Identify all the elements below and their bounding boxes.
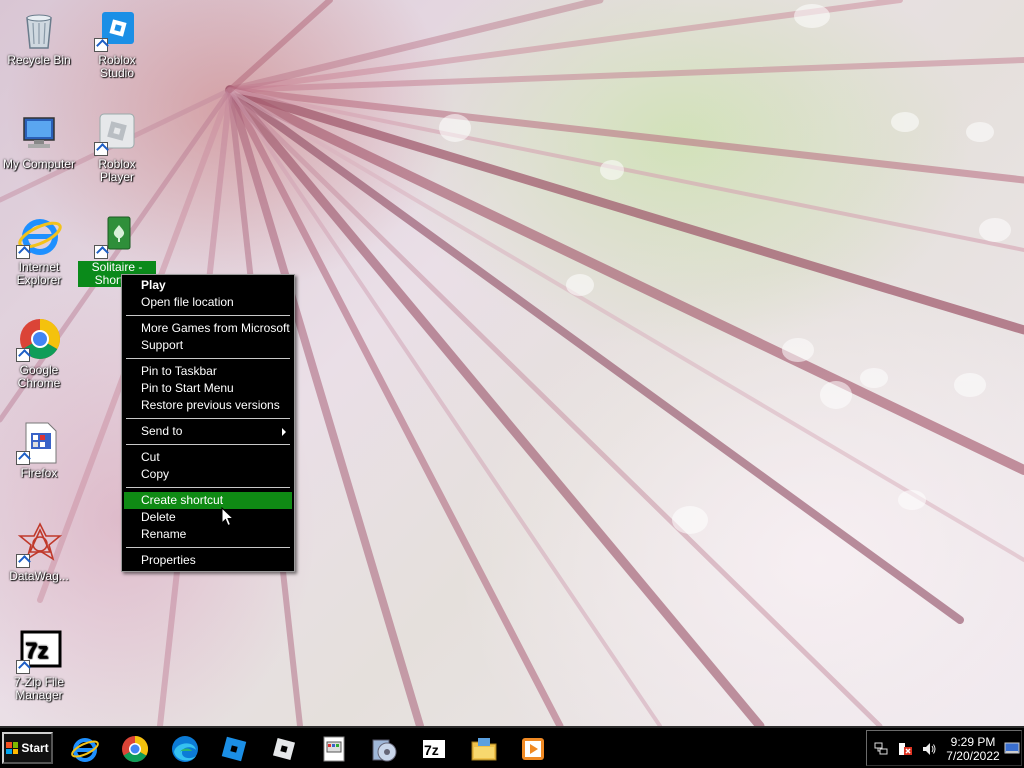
menu-separator xyxy=(124,354,292,363)
menu-item-rename[interactable]: Rename xyxy=(124,526,292,543)
taskbar-roblox-player[interactable] xyxy=(266,732,302,766)
solitaire-icon xyxy=(94,213,140,259)
7zip-icon: 7z xyxy=(16,628,62,674)
system-tray: 9:29 PM 7/20/2022 xyxy=(866,730,1022,766)
menu-separator xyxy=(124,311,292,320)
roblox-studio-icon xyxy=(221,736,247,762)
roblox-player-icon xyxy=(272,737,296,761)
desktop-icon-google-chrome[interactable]: Google Chrome xyxy=(0,316,78,390)
shortcut-arrow-icon xyxy=(94,38,108,52)
start-button[interactable]: Start xyxy=(2,732,53,764)
menu-separator xyxy=(124,440,292,449)
windows-logo-icon xyxy=(6,742,19,754)
menu-item-send-to[interactable]: Send to xyxy=(124,423,292,440)
menu-item-copy[interactable]: Copy xyxy=(124,466,292,483)
chrome-icon xyxy=(122,735,149,763)
menu-item-create-shortcut[interactable]: Create shortcut xyxy=(124,492,292,509)
taskbar-7zip[interactable]: 7z xyxy=(416,732,452,766)
datawag-icon xyxy=(16,522,63,568)
chrome-icon xyxy=(16,316,62,362)
svg-text:7z: 7z xyxy=(424,742,439,758)
clock-date: 7/20/2022 xyxy=(946,749,1000,763)
shortcut-arrow-icon xyxy=(16,451,30,465)
menu-item-cut[interactable]: Cut xyxy=(124,449,292,466)
desktop-icon-internet-explorer[interactable]: Internet Explorer xyxy=(0,213,78,287)
roblox-player-icon xyxy=(94,110,140,156)
context-menu: Play Open file location More Games from … xyxy=(121,274,295,572)
desktop-icon-roblox-player[interactable]: Roblox Player xyxy=(78,110,156,184)
desktop-icon-firefox[interactable]: Firefox xyxy=(0,419,78,480)
shortcut-arrow-icon xyxy=(94,245,108,259)
mouse-cursor-icon xyxy=(221,506,235,532)
taskbar-chrome[interactable] xyxy=(117,732,153,766)
menu-item-restore-previous-versions[interactable]: Restore previous versions xyxy=(124,397,292,414)
internet-explorer-icon xyxy=(71,738,99,762)
my-computer-icon xyxy=(16,110,62,156)
menu-separator xyxy=(124,543,292,552)
taskbar-internet-explorer[interactable] xyxy=(67,732,103,766)
menu-separator xyxy=(124,483,292,492)
menu-item-delete[interactable]: Delete xyxy=(124,509,292,526)
menu-separator xyxy=(124,414,292,423)
taskbar-control-panel[interactable] xyxy=(316,732,352,766)
action-center-icon[interactable] xyxy=(897,741,913,757)
network-icon[interactable] xyxy=(873,741,889,757)
taskbar-media-center[interactable] xyxy=(366,732,402,766)
shortcut-arrow-icon xyxy=(94,142,108,156)
shortcut-arrow-icon xyxy=(16,245,30,259)
desktop-icon-recycle-bin[interactable]: Recycle Bin xyxy=(0,6,78,67)
menu-item-play[interactable]: Play xyxy=(124,277,292,294)
media-center-icon xyxy=(372,739,397,762)
edge-icon xyxy=(172,736,198,762)
menu-item-support[interactable]: Support xyxy=(124,337,292,354)
menu-item-more-games[interactable]: More Games from Microsoft xyxy=(124,320,292,337)
desktop-icon-datawag[interactable]: DataWag... xyxy=(0,522,78,583)
taskbar: Start 7z 9:29 PM 7/20/2022 xyxy=(0,726,1024,768)
clock-time: 9:29 PM xyxy=(950,735,996,749)
shortcut-arrow-icon xyxy=(16,554,30,568)
submenu-arrow-icon xyxy=(282,428,286,436)
shortcut-arrow-icon xyxy=(16,660,30,674)
media-player-icon xyxy=(522,738,544,760)
internet-explorer-icon xyxy=(16,213,62,259)
volume-icon[interactable] xyxy=(921,741,937,757)
7zip-icon: 7z xyxy=(421,738,447,760)
menu-item-pin-to-taskbar[interactable]: Pin to Taskbar xyxy=(124,363,292,380)
taskbar-file-explorer[interactable] xyxy=(466,732,502,766)
control-panel-icon xyxy=(323,736,345,762)
file-explorer-icon xyxy=(471,738,497,761)
taskbar-edge[interactable] xyxy=(167,732,203,766)
menu-item-open-file-location[interactable]: Open file location xyxy=(124,294,292,311)
taskbar-media-player[interactable] xyxy=(515,732,551,766)
taskbar-roblox-studio[interactable] xyxy=(216,732,252,766)
firefox-icon xyxy=(16,419,62,465)
desktop-icon-roblox-studio[interactable]: Roblox Studio xyxy=(78,6,156,80)
desktop-icon-my-computer[interactable]: My Computer xyxy=(0,110,78,171)
taskbar-clock[interactable]: 9:29 PM 7/20/2022 xyxy=(940,735,1006,763)
menu-item-properties[interactable]: Properties xyxy=(124,552,292,569)
roblox-studio-icon xyxy=(94,6,140,52)
shortcut-arrow-icon xyxy=(16,348,30,362)
desktop-icon-7zip[interactable]: 7z 7-Zip File Manager xyxy=(0,628,78,702)
recycle-bin-icon xyxy=(16,6,62,52)
menu-item-pin-to-start-menu[interactable]: Pin to Start Menu xyxy=(124,380,292,397)
show-desktop-icon[interactable] xyxy=(1004,740,1020,756)
